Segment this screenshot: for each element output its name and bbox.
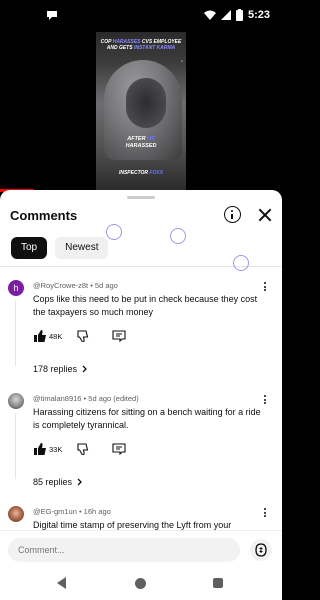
like-count: 33K xyxy=(49,444,63,454)
view-replies-button[interactable]: 85 replies xyxy=(33,477,82,487)
info-icon[interactable] xyxy=(224,206,241,223)
comment-actions: 33K xyxy=(33,443,126,455)
sheet-drag-handle[interactable] xyxy=(127,196,155,199)
recents-icon[interactable] xyxy=(213,578,223,588)
video-player[interactable]: COP HARASSES CVS EMPLOYEE AND GETS INSTA… xyxy=(0,32,282,192)
chat-bubble-icon xyxy=(47,11,57,20)
video-corner-mark: ▪▪ xyxy=(180,59,183,63)
avatar[interactable] xyxy=(8,393,24,409)
comment-more-icon[interactable] xyxy=(262,281,268,293)
comment-author-meta[interactable]: @EG-gm1un • 16h ago xyxy=(33,507,111,516)
touch-indicator xyxy=(233,255,249,271)
super-thanks-icon xyxy=(255,543,267,557)
comment-text: Harassing citizens for sitting on a benc… xyxy=(33,407,261,430)
like-icon[interactable] xyxy=(33,443,47,455)
avatar[interactable]: h xyxy=(8,280,24,296)
comment-input-bar xyxy=(0,530,282,568)
thread-line xyxy=(15,413,16,479)
clock-time: 5:23 xyxy=(247,9,270,21)
super-thanks-button[interactable] xyxy=(250,539,272,561)
comments-title: Comments xyxy=(10,208,78,223)
reply-icon[interactable] xyxy=(112,330,126,342)
comment-actions: 48K xyxy=(33,330,126,342)
touch-indicator xyxy=(106,224,122,240)
comments-sheet: Comments Top Newest h @RoyCrowe-z8t • 5d… xyxy=(0,190,282,568)
video-title-overlay: COP HARASSES CVS EMPLOYEE AND GETS INSTA… xyxy=(100,39,182,51)
comment-text: Cops like this need to be put in check b… xyxy=(33,294,258,317)
comment-author-meta[interactable]: @timalan8916 • 5d ago (edited) xyxy=(33,394,139,403)
signal-icon xyxy=(220,10,231,20)
system-nav-bar xyxy=(0,568,282,600)
status-bar: 5:23 xyxy=(0,0,282,32)
dislike-icon[interactable] xyxy=(76,330,90,342)
chevron-right-icon xyxy=(82,365,87,373)
battery-charging-icon xyxy=(235,9,243,21)
touch-indicator xyxy=(170,228,186,244)
back-icon[interactable] xyxy=(57,577,66,589)
reply-icon[interactable] xyxy=(112,443,126,455)
like-icon[interactable] xyxy=(33,330,47,342)
view-replies-button[interactable]: 178 replies xyxy=(33,364,87,374)
comment-sort-chips: Top Newest xyxy=(11,237,109,259)
comment-input[interactable] xyxy=(8,538,240,562)
home-icon[interactable] xyxy=(135,578,146,589)
comment-more-icon[interactable] xyxy=(262,507,268,519)
avatar[interactable] xyxy=(8,506,24,522)
video-caption-overlay: AFTER HE HARASSED xyxy=(125,136,157,149)
comment-author-meta[interactable]: @RoyCrowe-z8t • 5d ago xyxy=(33,281,118,290)
close-icon[interactable] xyxy=(256,206,274,224)
wifi-icon xyxy=(203,10,216,20)
comment-more-icon[interactable] xyxy=(262,394,268,406)
sort-top-chip[interactable]: Top xyxy=(11,237,48,259)
video-brand-overlay: INSPECTOR FOXX xyxy=(118,170,164,176)
sort-newest-chip[interactable]: Newest xyxy=(55,237,109,259)
dislike-icon[interactable] xyxy=(76,443,90,455)
video-frame[interactable]: COP HARASSES CVS EMPLOYEE AND GETS INSTA… xyxy=(96,32,186,190)
chevron-right-icon xyxy=(77,478,82,486)
thread-line xyxy=(15,300,16,366)
like-count: 48K xyxy=(49,331,63,341)
